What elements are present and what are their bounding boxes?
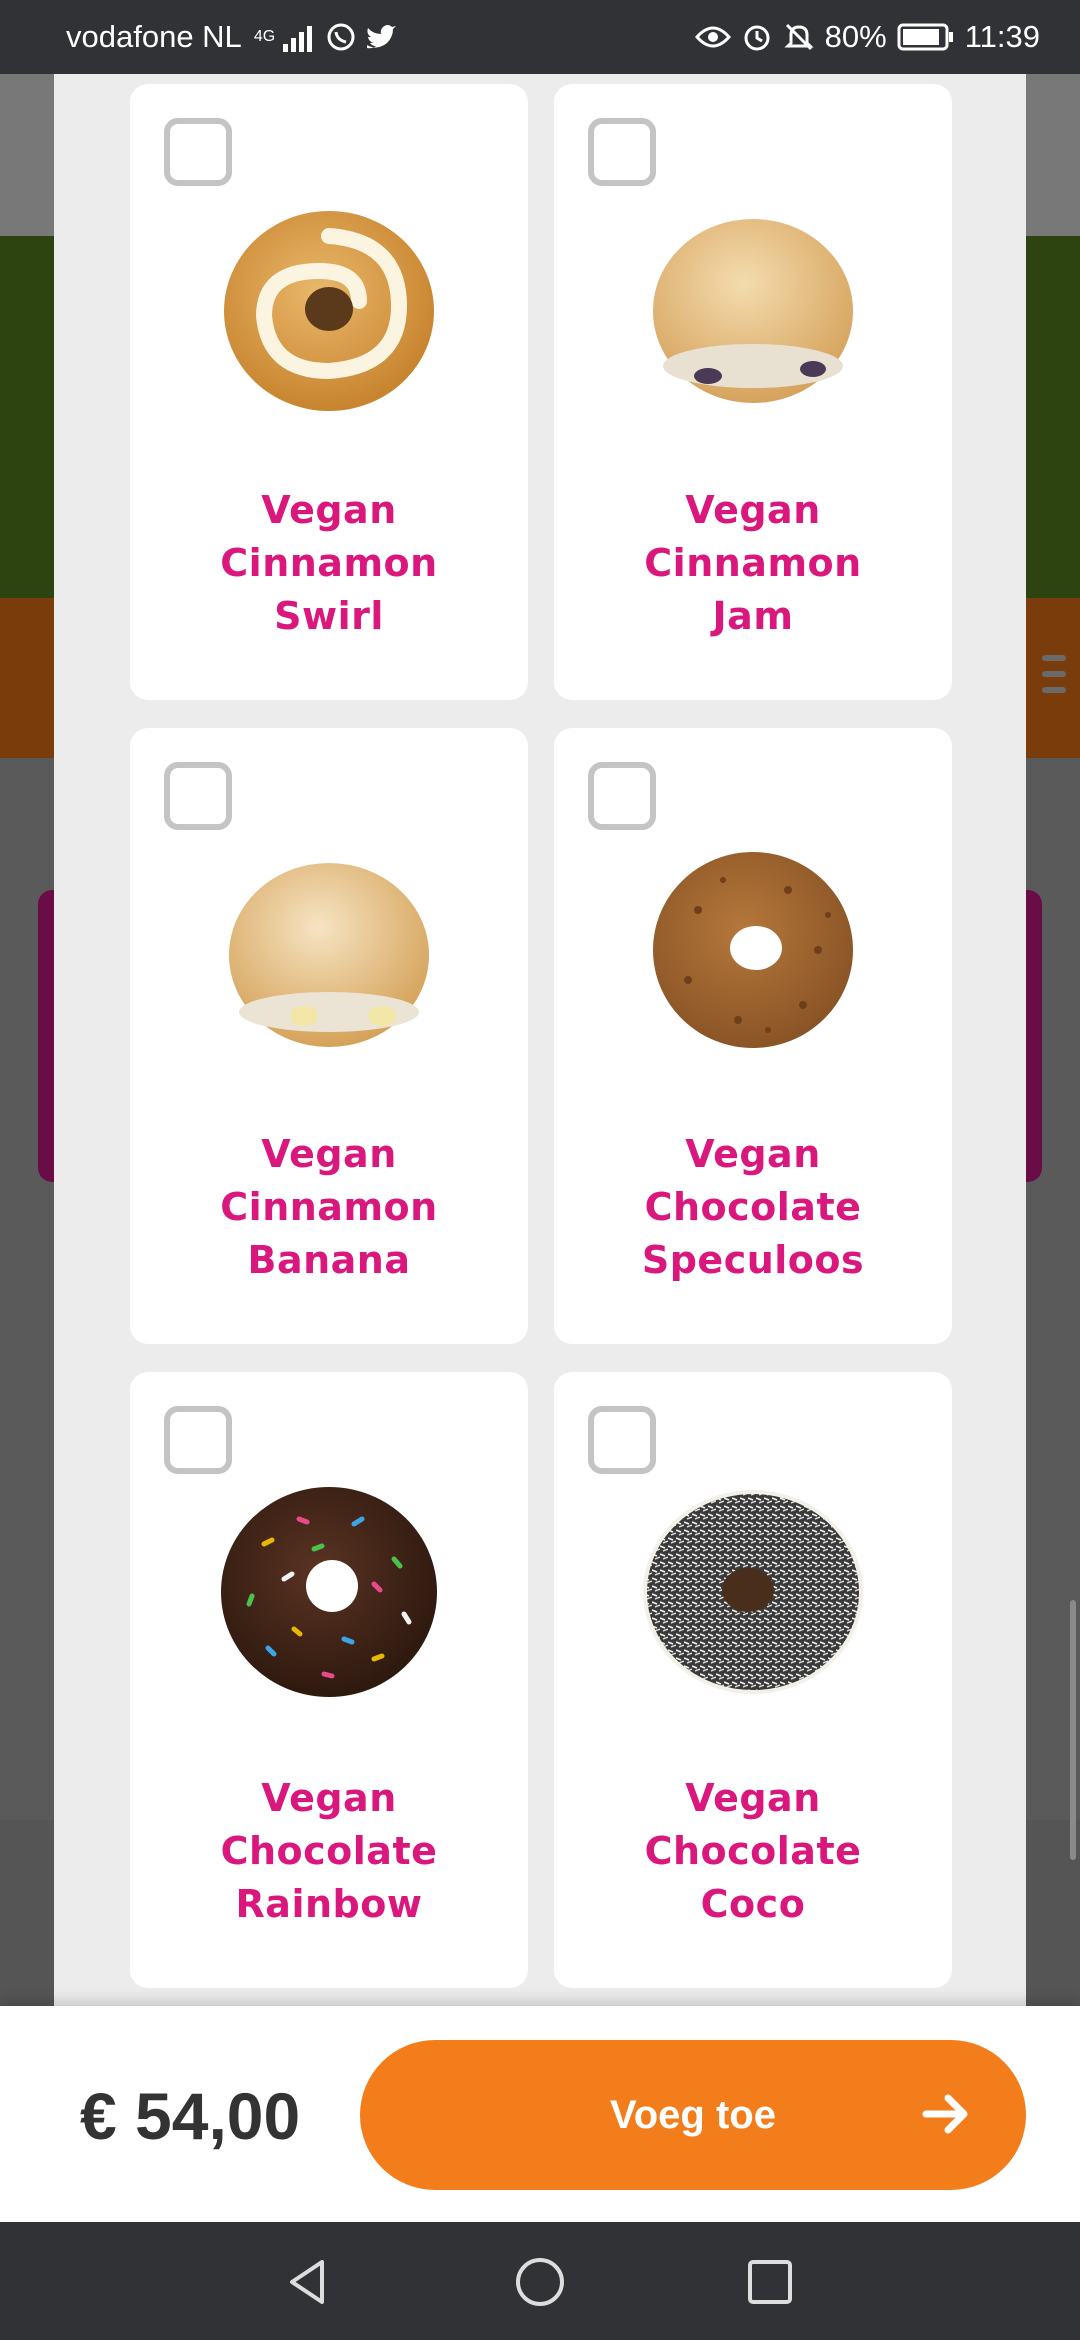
product-name: Vegan Chocolate Rainbow	[220, 1776, 438, 1926]
order-footer: € 54,00 Voeg toe	[0, 2006, 1080, 2222]
product-grid: VeganCinnamonSwirl VeganCinnamonJam	[130, 84, 952, 1988]
mute-icon	[784, 23, 814, 51]
signal-icon	[283, 26, 313, 52]
product-card-cinnamon-banana[interactable]: Vegan Cinnamon Banana	[130, 728, 528, 1344]
arrow-right-icon	[922, 2094, 968, 2134]
donut-cinnamon-jam-icon	[653, 219, 853, 403]
product-card-chocolate-coco[interactable]: Vegan Chocolate Coco	[554, 1372, 952, 1988]
scrollbar[interactable]	[1070, 1600, 1076, 1860]
donut-chocolate-coco-icon	[643, 1490, 863, 1694]
add-to-cart-button[interactable]: Voeg toe	[360, 2040, 1026, 2190]
product-card-cinnamon-jam[interactable]: Vegan Cinnamon Jam	[554, 84, 952, 700]
back-icon[interactable]	[282, 2256, 334, 2308]
eye-icon	[694, 26, 731, 48]
network-type-label: 4G	[253, 28, 276, 45]
carrier-label: vodafone NL	[66, 19, 242, 54]
product-card-cinnamon-swirl[interactable]: Vegan Cinnamon Swirl	[130, 84, 528, 700]
add-button-label: Voeg toe	[610, 2092, 776, 2137]
total-price: € 54,00	[80, 2079, 301, 2153]
product-name: Vegan Cinnamon Swirl	[220, 488, 438, 638]
product-card-chocolate-speculoos[interactable]: Vegan Chocolate Speculoos	[554, 728, 952, 1344]
clock: 11:39	[964, 19, 1040, 54]
background-menu-icon	[1042, 655, 1066, 699]
recents-icon[interactable]	[744, 2256, 796, 2308]
home-icon[interactable]	[514, 2256, 566, 2308]
whatsapp-icon	[327, 23, 355, 51]
twitter-icon	[367, 25, 397, 49]
system-nav-bar	[0, 2222, 1080, 2340]
product-name: Vegan Cinnamon Banana	[220, 1132, 438, 1282]
product-card-chocolate-rainbow[interactable]: Vegan Chocolate Rainbow	[130, 1372, 528, 1988]
battery-percentage: 80%	[824, 19, 887, 54]
battery-icon	[897, 23, 953, 51]
status-bar: vodafone NL 4G 80% 11:39	[0, 0, 1080, 74]
donut-cinnamon-swirl-icon	[224, 211, 434, 411]
product-name: Vegan Cinnamon Jam	[644, 488, 862, 638]
donut-chocolate-speculoos-icon	[653, 852, 853, 1048]
product-name: Vegan Chocolate Coco	[644, 1776, 862, 1926]
alarm-icon	[744, 25, 770, 51]
donut-cinnamon-banana-icon	[229, 863, 429, 1047]
product-selection-modal: VeganCinnamonSwirl VeganCinnamonJam	[54, 74, 1026, 2006]
product-name: Vegan Chocolate Speculoos	[641, 1132, 865, 1282]
donut-chocolate-rainbow-icon	[221, 1487, 437, 1697]
